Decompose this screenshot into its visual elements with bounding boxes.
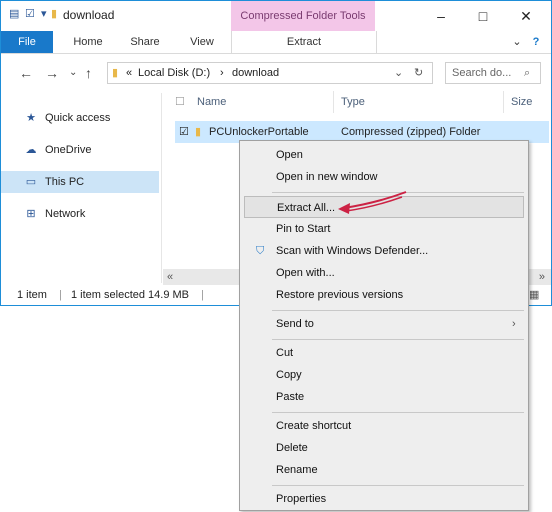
- menu-item-restore-versions[interactable]: Restore previous versions: [244, 284, 524, 306]
- menu-item-label: Open: [276, 149, 303, 161]
- tab-share[interactable]: Share: [119, 31, 171, 53]
- menu-item-pin-to-start[interactable]: Pin to Start: [244, 218, 524, 240]
- menu-item-label: Paste: [276, 391, 305, 403]
- chevron-down-icon[interactable]: ⌄: [509, 31, 525, 53]
- menu-item-label: Send to: [276, 318, 314, 330]
- column-header-type[interactable]: Type: [341, 89, 365, 115]
- menu-item-label: Cut: [276, 347, 294, 359]
- menu-item-send-to[interactable]: Send to ›: [244, 313, 524, 335]
- minimize-button[interactable]: –: [421, 1, 461, 31]
- tab-view[interactable]: View: [177, 31, 227, 53]
- menu-item-paste[interactable]: Paste: [244, 386, 524, 408]
- details-view-icon[interactable]: ▦: [529, 285, 539, 305]
- refresh-icon[interactable]: ↻: [414, 63, 423, 83]
- tab-home[interactable]: Home: [63, 31, 113, 53]
- menu-item-cut[interactable]: Cut: [244, 342, 524, 364]
- status-divider: |: [201, 289, 204, 301]
- checkmark-icon[interactable]: ☑: [25, 7, 35, 23]
- scroll-left-icon[interactable]: «: [167, 269, 173, 285]
- nav-item-onedrive[interactable]: ☁ OneDrive: [1, 139, 159, 161]
- menu-separator: [272, 485, 524, 486]
- menu-item-open-with[interactable]: Open with...: [244, 262, 524, 284]
- folder-icon: ▮: [112, 67, 119, 79]
- shield-icon: ⛉: [256, 245, 265, 257]
- menu-item-label: Open with...: [276, 267, 335, 279]
- menu-item-label: Pin to Start: [276, 223, 331, 235]
- back-arrow-icon[interactable]: ←: [19, 63, 33, 83]
- menu-item-properties[interactable]: Properties: [244, 488, 524, 510]
- tab-extract[interactable]: Extract: [231, 31, 377, 53]
- item-count: 1 item: [17, 289, 47, 301]
- column-header-name[interactable]: Name: [197, 89, 226, 115]
- checkmark-icon[interactable]: ☑: [179, 121, 189, 143]
- nav-item-label: Network: [45, 208, 86, 220]
- menu-item-scan-defender[interactable]: ⛉ Scan with Windows Defender...: [244, 240, 524, 262]
- cloud-icon: ☁: [25, 144, 37, 156]
- nav-item-label: OneDrive: [45, 144, 92, 156]
- column-divider[interactable]: [333, 91, 334, 113]
- tab-file[interactable]: File: [1, 31, 53, 53]
- menu-item-label: Rename: [276, 464, 318, 476]
- menu-item-create-shortcut[interactable]: Create shortcut: [244, 415, 524, 437]
- nav-item-network[interactable]: ⊞ Network: [1, 203, 159, 225]
- menu-item-label: Restore previous versions: [276, 289, 404, 301]
- chevron-right-icon: ›: [512, 318, 516, 330]
- selection-info: 1 item selected 14.9 MB: [71, 289, 190, 301]
- menu-item-label: Delete: [276, 442, 308, 454]
- menu-item-label: Open in new window: [276, 171, 378, 183]
- menu-separator: [272, 412, 524, 413]
- chevron-down-icon[interactable]: ⌄: [394, 63, 403, 83]
- properties-icon[interactable]: ▤: [9, 7, 19, 23]
- search-placeholder: Search do...: [452, 67, 512, 79]
- breadcrumb-separator: ›: [220, 67, 224, 79]
- select-all-checkbox[interactable]: ☐: [175, 89, 185, 115]
- close-button[interactable]: ✕: [506, 1, 546, 31]
- status-divider: |: [59, 289, 62, 301]
- nav-item-quick-access[interactable]: ★ Quick access: [1, 107, 159, 129]
- menu-item-label: Create shortcut: [276, 420, 352, 432]
- contextual-tab-header: Compressed Folder Tools: [231, 1, 375, 31]
- maximize-button[interactable]: □: [463, 1, 503, 31]
- scroll-right-icon[interactable]: »: [539, 269, 545, 285]
- column-divider[interactable]: [503, 91, 504, 113]
- chevron-down-icon[interactable]: ⌄: [69, 63, 77, 83]
- nav-item-label: Quick access: [45, 112, 111, 124]
- menu-separator: [272, 310, 524, 311]
- menu-item-copy[interactable]: Copy: [244, 364, 524, 386]
- forward-arrow-icon[interactable]: →: [45, 63, 59, 83]
- search-icon: ⌕: [524, 67, 531, 79]
- breadcrumb-download[interactable]: download: [232, 63, 279, 83]
- menu-item-label: Properties: [276, 493, 327, 505]
- menu-item-open-new-window[interactable]: Open in new window: [244, 166, 524, 188]
- menu-item-delete[interactable]: Delete: [244, 437, 524, 459]
- window-title: download: [63, 8, 115, 22]
- ribbon-tabs: File Home Share View Extract ⌄ ?: [1, 31, 551, 54]
- folder-icon: ▮: [51, 8, 58, 20]
- annotation-arrow-icon: [338, 191, 407, 214]
- up-arrow-icon[interactable]: ↑: [85, 63, 92, 83]
- address-prefix[interactable]: «: [126, 63, 132, 83]
- network-icon: ⊞: [26, 208, 36, 220]
- menu-item-label: Scan with Windows Defender...: [276, 245, 429, 257]
- menu-item-open[interactable]: Open: [244, 144, 524, 166]
- menu-item-rename[interactable]: Rename: [244, 459, 524, 481]
- chevron-down-icon[interactable]: ▾: [41, 7, 47, 23]
- address-row: ← → ⌄ ↑ ▮ « Local Disk (D:) › download ⌄…: [1, 59, 551, 87]
- navigation-pane: ★ Quick access ☁ OneDrive ▭ This PC ⊞ Ne…: [1, 93, 162, 283]
- zip-folder-icon: ▮: [195, 126, 202, 138]
- search-input[interactable]: Search do... ⌕: [445, 62, 541, 84]
- star-icon: ★: [26, 112, 36, 124]
- address-bar[interactable]: ▮ « Local Disk (D:) › download ⌄ ↻: [107, 62, 433, 84]
- menu-item-label: Extract All...: [277, 202, 336, 214]
- column-header-size[interactable]: Size: [511, 89, 532, 115]
- breadcrumb-local-disk[interactable]: Local Disk (D:): [138, 63, 210, 83]
- nav-item-this-pc[interactable]: ▭ This PC: [1, 171, 159, 193]
- menu-item-label: Copy: [276, 369, 302, 381]
- computer-icon: ▭: [25, 176, 37, 188]
- menu-separator: [272, 339, 524, 340]
- help-icon[interactable]: ?: [527, 31, 545, 53]
- nav-item-label: This PC: [45, 176, 85, 188]
- title-bar: ▤ ☑ ▾ ▮ download Compressed Folder Tools…: [1, 1, 551, 31]
